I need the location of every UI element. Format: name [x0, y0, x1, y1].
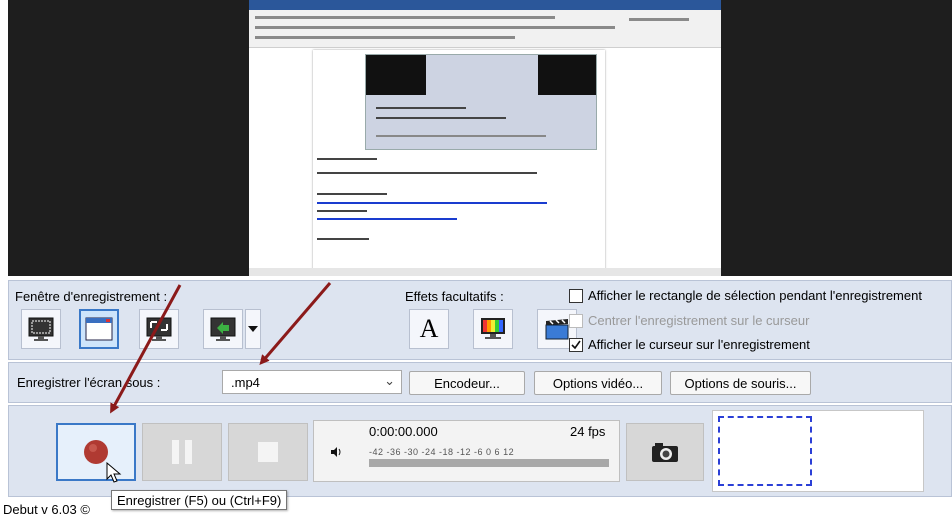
mouse-cursor-icon: [106, 462, 122, 483]
snapshot-button[interactable]: [626, 423, 704, 481]
show-cursor-label: Afficher le curseur sur l'enregistrement: [588, 337, 810, 352]
frame-rate: 24 fps: [570, 424, 606, 439]
text-effect-button[interactable]: A: [409, 309, 449, 349]
region-icon: [146, 317, 172, 341]
caret-down-icon: [248, 326, 258, 332]
color-adjust-icon: [481, 318, 505, 339]
clapperboard-icon: [545, 319, 569, 340]
checkmark-icon: [571, 340, 581, 350]
timer-panel: 0:00:00.000 24 fps -42 -36 -30 -24 -18 -…: [313, 420, 620, 482]
show-selection-rectangle-checkbox[interactable]: [569, 289, 583, 303]
preview-document: [249, 0, 721, 276]
record-tooltip: Enregistrer (F5) ou (Ctrl+F9): [111, 490, 288, 510]
color-effect-button[interactable]: [473, 309, 513, 349]
monitor-green-arrow-icon: [210, 317, 236, 341]
region-mode-button[interactable]: [139, 309, 179, 349]
window-icon: [85, 317, 113, 341]
elapsed-time: 0:00:00.000: [369, 424, 438, 439]
stop-button[interactable]: [228, 423, 308, 481]
monitor-icon: [28, 317, 54, 341]
device-dropdown-button[interactable]: [245, 309, 261, 349]
device-mode-button[interactable]: [203, 309, 243, 349]
selection-rectangle: [718, 416, 812, 486]
recording-window-panel: Fenêtre d'enregistrement : Effets facult…: [8, 280, 952, 360]
video-options-button[interactable]: Options vidéo...: [534, 371, 662, 395]
save-as-label: Enregistrer l'écran sous :: [17, 375, 161, 390]
record-button[interactable]: [56, 423, 136, 481]
letter-a-icon: A: [419, 314, 439, 343]
encoder-button[interactable]: Encodeur...: [409, 371, 525, 395]
camera-icon: [652, 443, 678, 462]
format-value: .mp4: [231, 375, 260, 390]
show-cursor-checkbox[interactable]: [569, 338, 583, 352]
transport-bar: 0:00:00.000 24 fps -42 -36 -30 -24 -18 -…: [8, 405, 952, 497]
window-mode-button[interactable]: [79, 309, 119, 349]
speaker-icon[interactable]: [329, 445, 343, 459]
volume-meter: [369, 459, 609, 467]
chevron-down-icon: ⌄: [384, 373, 395, 388]
recording-window-label: Fenêtre d'enregistrement :: [15, 289, 168, 304]
center-on-cursor-checkbox[interactable]: [569, 314, 583, 328]
format-select[interactable]: .mp4 ⌄: [222, 370, 402, 394]
preview-page: [313, 50, 605, 276]
fullscreen-mode-button[interactable]: [21, 309, 61, 349]
preview-ribbon: [249, 0, 721, 48]
pause-icon: [172, 440, 192, 464]
volume-meter-ticks: -42 -36 -30 -24 -18 -12 -6 0 6 12: [369, 447, 515, 457]
preview-thumbnail: [712, 410, 924, 492]
output-format-bar: Enregistrer l'écran sous : .mp4 ⌄ Encode…: [8, 362, 952, 403]
pause-button[interactable]: [142, 423, 222, 481]
version-label: Debut v 6.03 ©: [3, 502, 90, 517]
optional-effects-label: Effets facultatifs :: [405, 289, 504, 304]
show-selection-rectangle-label: Afficher le rectangle de sélection penda…: [588, 288, 922, 303]
mouse-options-button[interactable]: Options de souris...: [670, 371, 811, 395]
capture-preview: [8, 0, 952, 276]
stop-icon: [258, 442, 278, 462]
center-on-cursor-label: Centrer l'enregistrement sur le curseur: [588, 313, 810, 328]
